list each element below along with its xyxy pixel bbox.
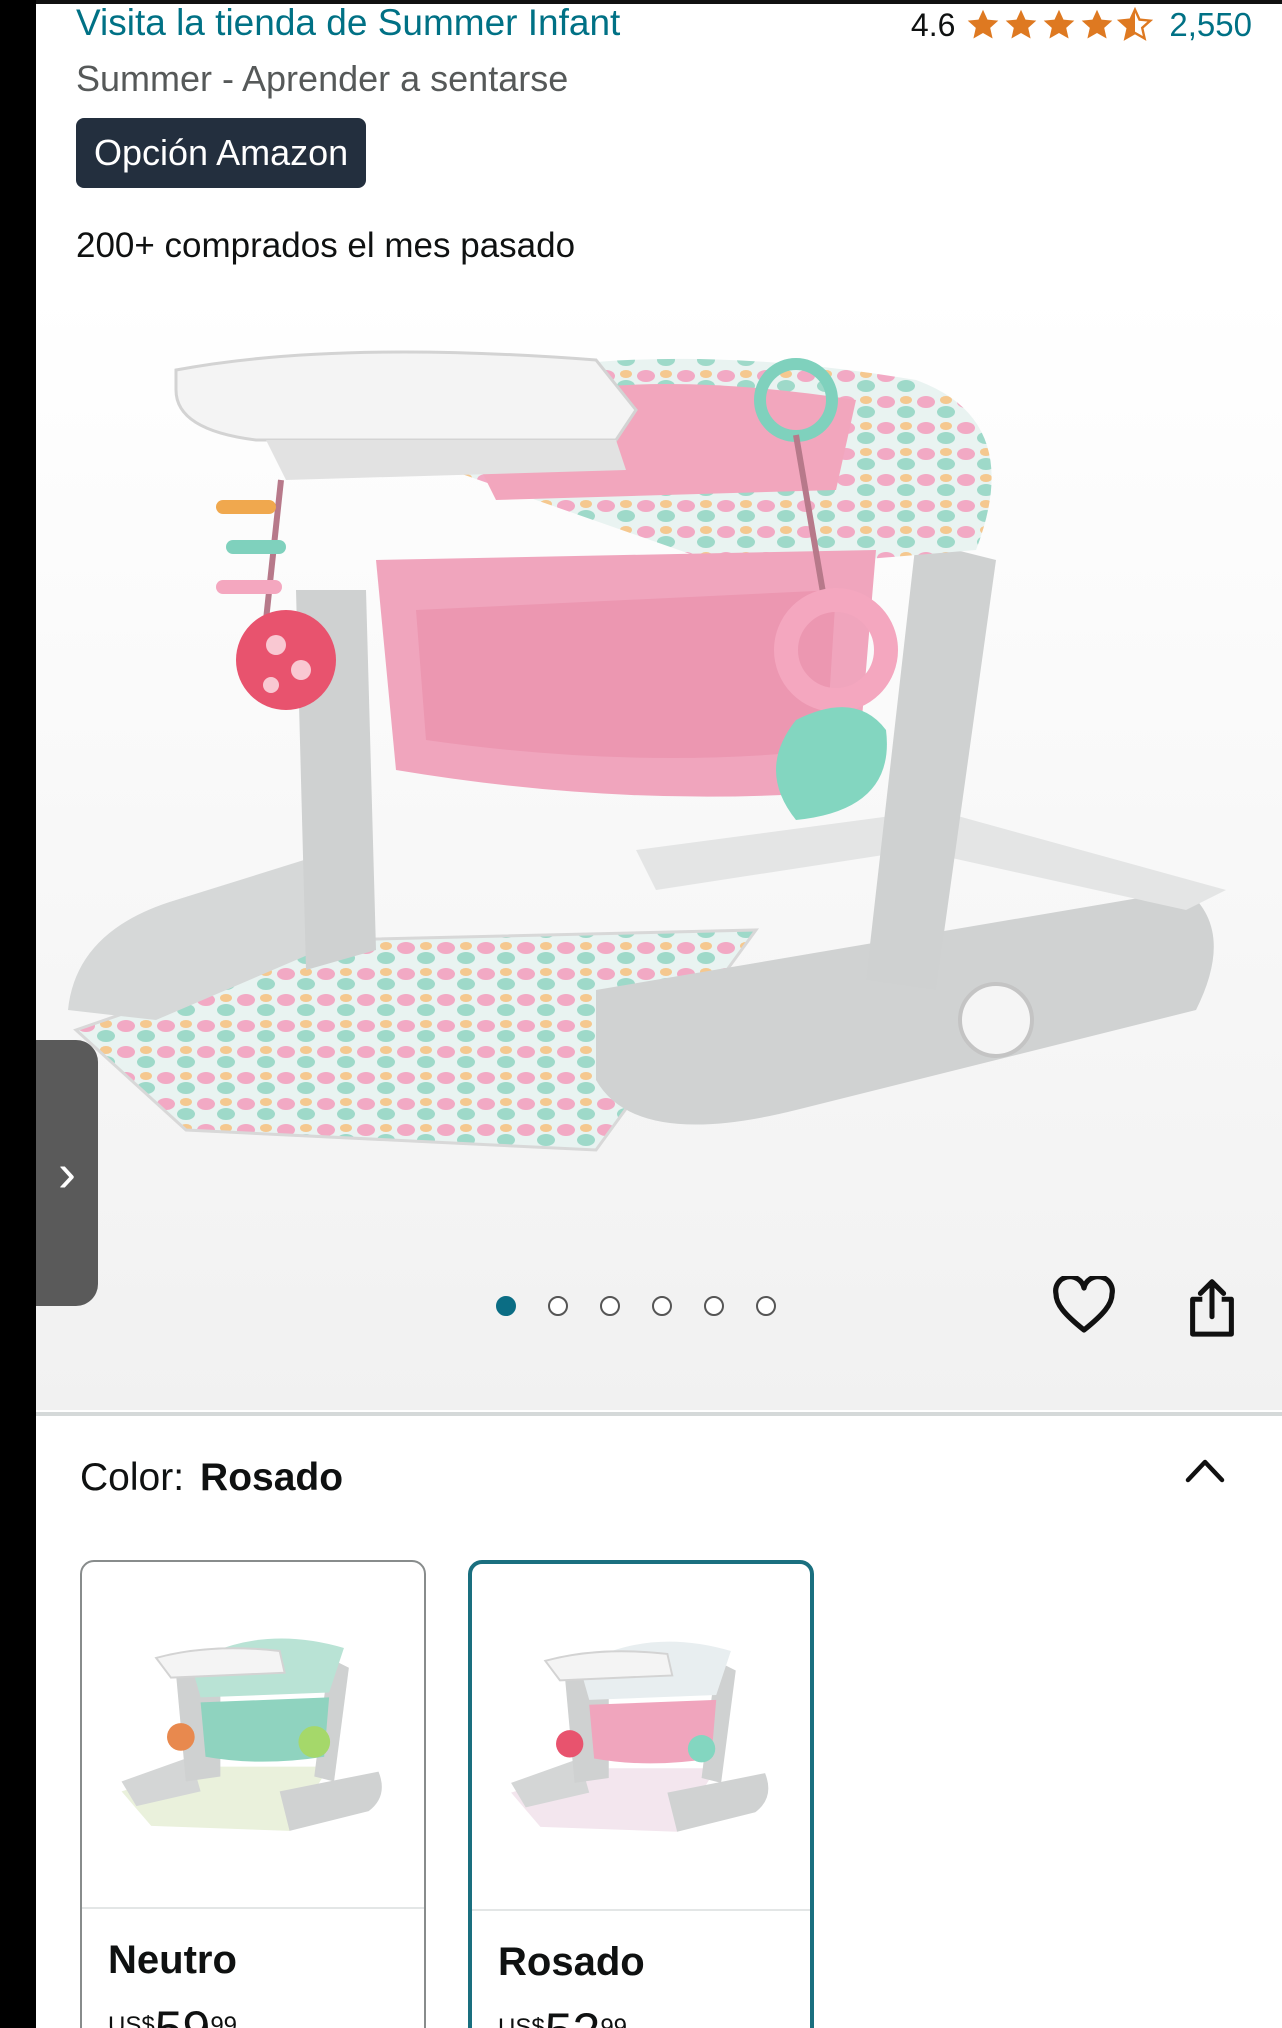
star-icon — [968, 9, 999, 39]
chevron-right-icon: › — [58, 1143, 76, 1203]
rosado-thumbnail — [511, 1641, 769, 1832]
option-price: US$ 59 99 — [108, 2000, 237, 2028]
amazons-choice-badge: Opción Amazon — [76, 118, 367, 188]
section-divider — [36, 1412, 1282, 1416]
product-page: Visita la tienda de Summer Infant 4.6 2,… — [36, 0, 1282, 2028]
product-image[interactable] — [36, 290, 1282, 1410]
selected-color: Rosado — [200, 1456, 344, 1499]
carousel-dot[interactable] — [652, 1296, 672, 1316]
carousel-dot[interactable] — [496, 1296, 516, 1316]
store-link[interactable]: Visita la tienda de Summer Infant — [76, 2, 620, 44]
swatch-separator — [82, 1907, 424, 1909]
rating-summary[interactable]: 4.6 2,550 — [911, 6, 1252, 44]
star-icon — [1044, 9, 1075, 39]
star-icon — [1082, 9, 1113, 39]
option-name: Rosado — [498, 1940, 645, 1984]
star-rating — [965, 7, 1154, 43]
swatch-separator — [472, 1909, 810, 1911]
left-edge — [0, 0, 36, 2028]
baby-seat-illustration — [36, 290, 1282, 1410]
neutro-thumbnail — [121, 1638, 382, 1831]
carousel-dot[interactable] — [548, 1296, 568, 1316]
color-label: Color: — [80, 1456, 185, 1499]
star-icon — [1006, 9, 1037, 39]
chevron-up-icon[interactable] — [1182, 1452, 1228, 1488]
price-fraction: 99 — [210, 2012, 238, 2028]
carousel-next-button[interactable]: › — [36, 1040, 98, 1306]
purchase-count-text: 200+ comprados el mes pasado — [76, 226, 576, 265]
price-whole: 59 — [155, 2000, 211, 2028]
carousel-dot[interactable] — [756, 1296, 776, 1316]
color-selector-header: Color: Rosado — [80, 1456, 343, 1500]
carousel-dot[interactable] — [704, 1296, 724, 1316]
rating-count-link[interactable]: 2,550 — [1169, 6, 1252, 44]
price-fraction: 99 — [600, 2014, 628, 2028]
option-price: US$ 52 99 — [498, 2002, 627, 2028]
share-icon[interactable] — [1184, 1276, 1240, 1338]
product-title: Summer - Aprender a sentarse — [76, 58, 569, 99]
color-option-rosado[interactable]: Rosado US$ 52 99 — [468, 1560, 814, 2028]
carousel-indicators — [496, 1296, 776, 1316]
price-whole: 52 — [545, 2002, 601, 2028]
price-currency: US$ — [108, 2012, 155, 2028]
rating-value: 4.6 — [910, 6, 956, 43]
price-currency: US$ — [498, 2014, 545, 2028]
option-name: Neutro — [108, 1938, 237, 1982]
heart-icon[interactable] — [1052, 1276, 1116, 1336]
color-option-neutro[interactable]: Neutro US$ 59 99 — [80, 1560, 426, 2028]
carousel-dot[interactable] — [600, 1296, 620, 1316]
half-star-icon — [1117, 7, 1154, 41]
